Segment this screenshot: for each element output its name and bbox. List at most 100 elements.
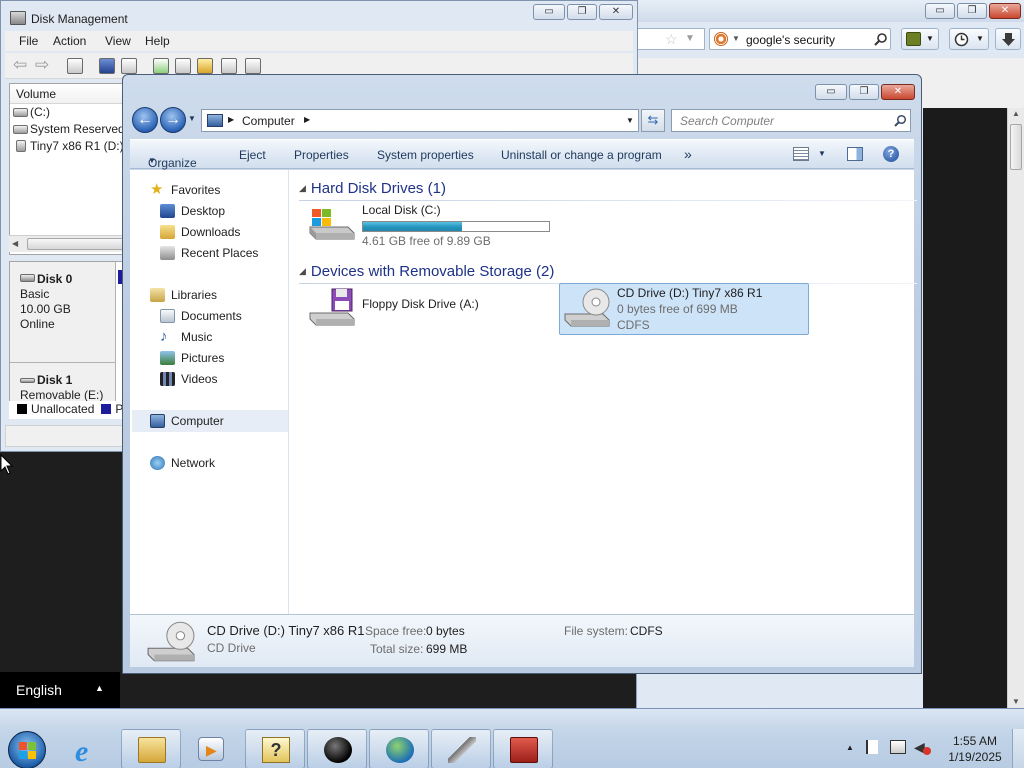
back-arrow-icon[interactable]: ⇦ [13,55,27,75]
volume-row[interactable]: (C:) [10,104,128,121]
group-title: Devices with Removable Storage (2) [310,263,555,280]
chevron-down-icon[interactable]: ▼ [685,33,695,44]
volume-row[interactable]: System Reserved [10,121,128,138]
volume-list-horizontal-scrollbar[interactable]: ◀ [9,235,129,252]
taskbar-rocket-app[interactable] [431,729,491,768]
collapse-triangle-icon[interactable]: ◢ [299,183,306,193]
drive-local-disk-c[interactable]: Local Disk (C:) 4.61 GB free of 9.89 GB [308,203,558,248]
taskbar-help[interactable]: ? [245,729,305,768]
download-button[interactable] [995,28,1021,50]
language-bar[interactable]: English ▲ [0,672,120,708]
refresh-icon[interactable] [153,58,169,74]
taskbar-download-manager[interactable] [369,729,429,768]
volume-row[interactable]: Tiny7 x86 R1 (D:) [10,138,128,155]
history-icon [954,32,969,47]
breadcrumb-arrow-icon[interactable]: ▶ [228,115,234,124]
address-text[interactable]: Computer [242,114,295,128]
scroll-up-icon[interactable]: ▲ [1012,109,1020,118]
language-label[interactable]: English [16,682,62,698]
recent-pages-chevron-icon[interactable]: ▼ [188,114,196,123]
search-icon[interactable] [221,58,237,74]
disk-0-label[interactable]: Disk 0 Basic 10.00 GB Online [10,262,116,363]
show-desktop-button[interactable] [1012,729,1024,768]
browser-search-text[interactable]: google's security [746,33,835,47]
collapse-triangle-icon[interactable]: ◢ [299,266,306,276]
menu-view[interactable]: View [105,34,131,48]
refresh-button[interactable]: ⇆ [641,109,665,132]
group-hard-disk-drives[interactable]: ◢ Hard Disk Drives (1) [299,180,917,201]
taskbar-toolbox[interactable] [493,729,553,768]
action-center-flag-icon[interactable] [866,740,878,754]
search-box[interactable]: Search Computer [671,109,911,132]
change-view-icon[interactable] [793,147,809,161]
browser-restore-button[interactable]: ❐ [957,3,987,19]
open-folder-icon[interactable] [197,58,213,74]
taskbar-internet-explorer[interactable]: e [62,731,116,768]
help-icon[interactable] [99,58,115,74]
search-icon[interactable] [894,114,907,127]
eject-button[interactable]: Eject [239,148,266,162]
drive-name: Floppy Disk Drive (A:) [362,297,479,311]
search-placeholder[interactable]: Search Computer [680,114,774,128]
browser-vertical-scrollbar[interactable]: ▲ ▼ [1007,108,1024,708]
nav-label: Desktop [181,204,226,218]
maximize-button[interactable]: ❐ [849,84,879,100]
address-bar[interactable]: ▶ Computer ▶ ▼ [201,109,639,132]
language-menu-arrow-icon[interactable]: ▲ [95,683,104,693]
chevron-down-icon[interactable]: ▼ [732,34,740,43]
system-properties-button[interactable]: System properties [377,148,474,162]
scrollbar-thumb[interactable] [1010,124,1022,170]
close-button[interactable]: ✕ [599,4,633,20]
preview-pane-icon[interactable] [847,147,863,161]
rescan-disks-icon[interactable] [175,58,191,74]
address-dropdown-icon[interactable]: ▼ [626,116,634,125]
volume-list: Volume (C:) System Reserved Tiny7 x86 R1… [9,83,129,255]
forward-button[interactable]: → [160,107,186,133]
close-button[interactable]: ✕ [881,84,915,100]
minimize-button[interactable]: ▭ [533,4,565,20]
show-hide-tree-icon[interactable] [67,58,83,74]
settings-icon[interactable] [245,58,261,74]
volume-column-header[interactable]: Volume [10,84,128,104]
uninstall-program-button[interactable]: Uninstall or change a program [501,148,662,162]
search-icon[interactable] [874,32,888,46]
browser-address-bar[interactable]: ☆ ▼ [637,28,705,50]
scrollbar-thumb[interactable] [27,238,127,250]
start-button[interactable] [8,731,46,768]
volume-name: Tiny7 x86 R1 (D:) [30,139,124,153]
view-chevron-icon[interactable]: ▼ [818,149,826,158]
more-commands-button[interactable]: » [684,146,692,162]
menu-action[interactable]: Action [53,34,86,48]
network-status-icon[interactable] [890,740,906,754]
browser-minimize-button[interactable]: ▭ [925,3,955,19]
taskbar-windows-explorer[interactable] [121,729,181,768]
taskbar-media-player[interactable]: ▶ [184,731,238,768]
properties-icon[interactable] [121,58,137,74]
restore-button[interactable]: ❐ [567,4,597,20]
taskbar-pool-game[interactable] [307,729,367,768]
properties-button[interactable]: Properties [294,148,349,162]
folder-icon [138,737,166,763]
menu-file[interactable]: File [19,34,38,48]
drive-floppy-a[interactable]: Floppy Disk Drive (A:) [308,287,548,331]
forward-arrow-icon[interactable]: ⇨ [35,55,49,75]
browser-close-button[interactable]: ✕ [989,3,1021,19]
scroll-left-icon[interactable]: ◀ [12,239,18,248]
show-hidden-icons-icon[interactable]: ▲ [846,743,854,752]
browser-search-box[interactable]: ▼ google's security [709,28,891,50]
breadcrumb-arrow-icon[interactable]: ▶ [304,115,310,124]
internet-explorer-icon: e [75,735,89,768]
feed-button[interactable]: ▼ [901,28,939,50]
menu-help[interactable]: Help [145,34,170,48]
scroll-down-icon[interactable]: ▼ [1012,697,1020,706]
clock[interactable]: 1:55 AM 1/19/2025 [940,733,1010,765]
help-icon[interactable]: ? [883,146,899,162]
back-button[interactable]: ← [132,107,158,133]
search-provider-icon[interactable] [714,32,728,46]
history-button[interactable]: ▼ [949,28,989,50]
favorite-star-icon[interactable]: ☆ [665,31,678,48]
minimize-button[interactable]: ▭ [815,84,847,100]
disk-1-label[interactable]: Disk 1 Removable (E:) [10,363,116,403]
drive-cd-d-selected[interactable]: CD Drive (D:) Tiny7 x86 R1 0 bytes free … [559,283,809,335]
group-removable-storage[interactable]: ◢ Devices with Removable Storage (2) [299,263,917,284]
